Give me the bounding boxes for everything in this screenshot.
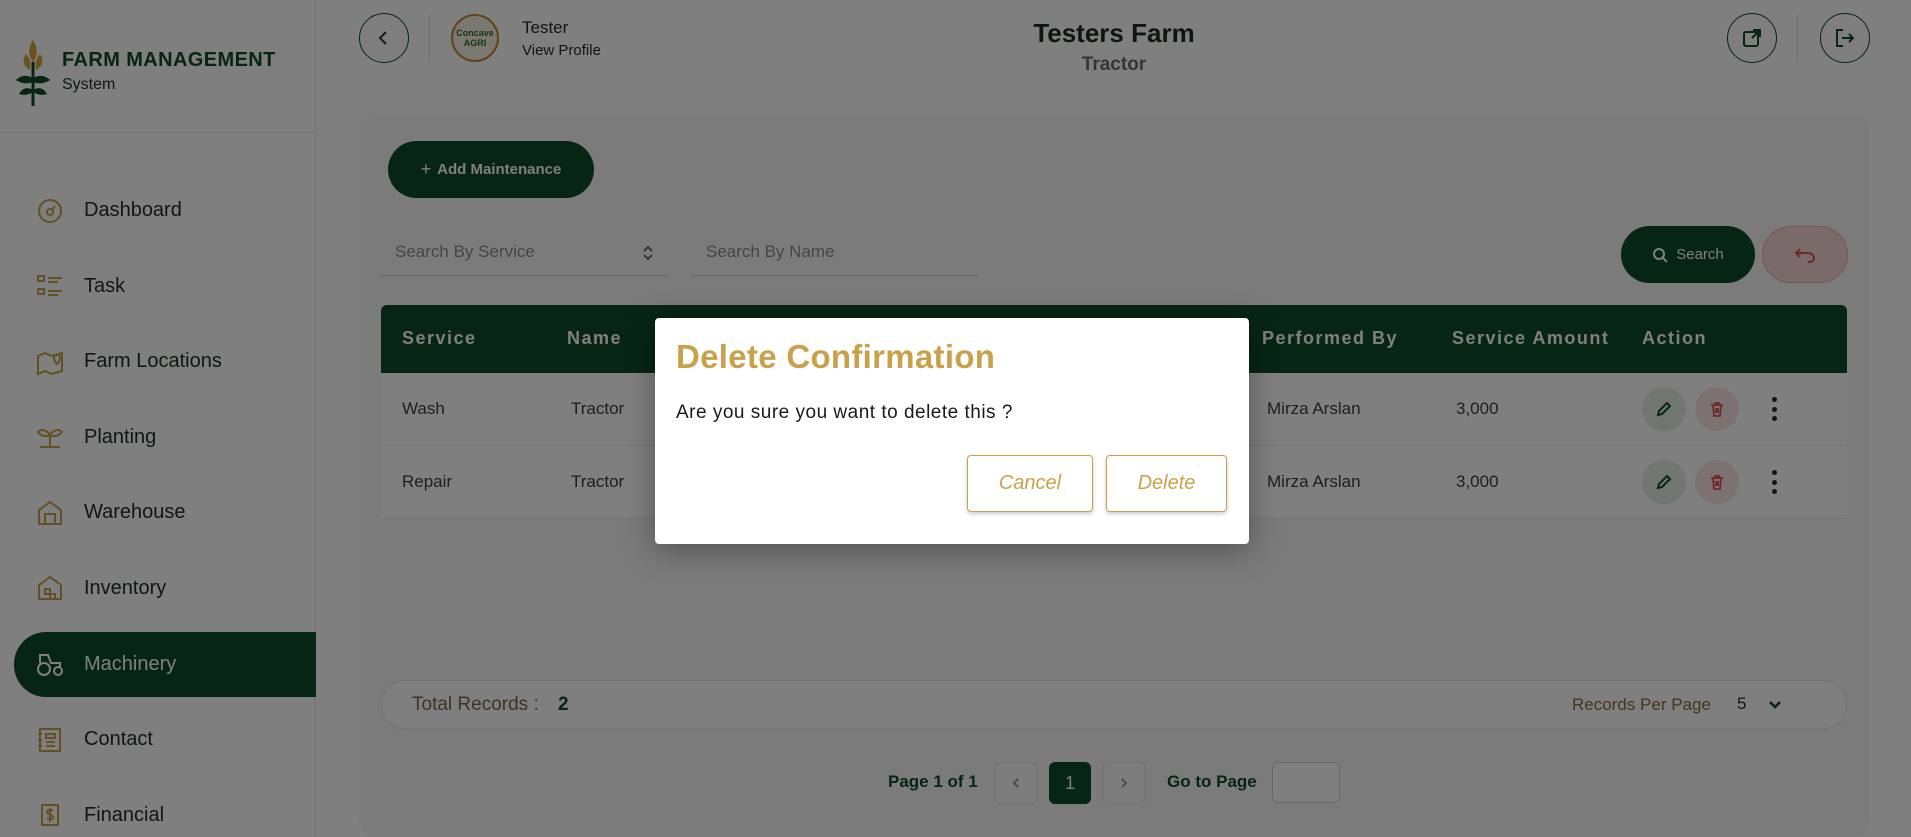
dialog-message: Are you sure you want to delete this ? bbox=[676, 402, 1013, 423]
delete-confirmation-dialog: Delete Confirmation Are you sure you wan… bbox=[655, 318, 1249, 544]
cancel-button[interactable]: Cancel bbox=[967, 455, 1093, 512]
dialog-title: Delete Confirmation bbox=[676, 338, 996, 375]
confirm-delete-button[interactable]: Delete bbox=[1106, 455, 1227, 512]
